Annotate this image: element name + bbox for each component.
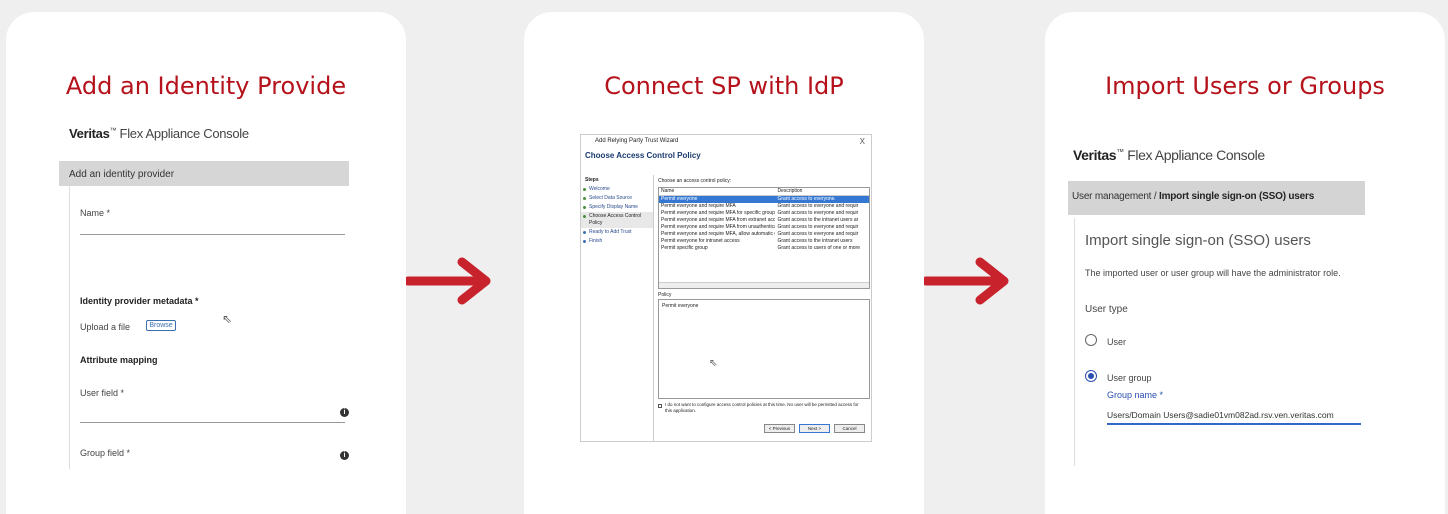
policy-pane: Choose an access control policy: Name De…	[658, 175, 870, 441]
cell: Permit everyone and require MFA from ext…	[661, 217, 776, 223]
card-title: Connect SP with IdP	[604, 72, 844, 100]
group-field-label: Group field *	[80, 448, 131, 458]
cell: Grant access to users of one or more	[777, 245, 860, 251]
name-input[interactable]	[80, 234, 345, 235]
wizard-heading: Choose Access Control Policy	[585, 151, 701, 160]
user-field-label: User field *	[80, 388, 125, 398]
table-row[interactable]: Permit everyone and require MFA from una…	[659, 224, 869, 231]
group-name-input[interactable]: Users/Domain Users@sadie01vm082ad.rsv.ve…	[1107, 410, 1334, 420]
table-row[interactable]: Permit everyone and require MFA Grant acc…	[659, 203, 869, 210]
table-header: Name Description	[659, 188, 869, 196]
group-name-label: Group name *	[1107, 390, 1164, 400]
cell: Grant access to everyone.	[777, 196, 836, 202]
cell: Grant access to the intranet users ar	[777, 217, 859, 223]
step-item[interactable]: Select Data Source	[581, 194, 653, 203]
column-header[interactable]: Description	[775, 188, 869, 195]
user-field-input[interactable]	[80, 422, 345, 423]
arrow-right-icon	[924, 257, 1009, 305]
next-button[interactable]: Next >	[799, 424, 830, 433]
step-item[interactable]: Welcome	[581, 185, 653, 194]
breadcrumb-current: Import single sign-on (SSO) users	[1159, 191, 1315, 202]
cell: Permit everyone	[661, 196, 698, 202]
step-item[interactable]: Ready to Add Trust	[581, 228, 653, 237]
cell: Grant access to everyone and requir	[777, 210, 859, 216]
arrow-right-icon	[406, 257, 491, 305]
form-panel: Name * Identity provider metadata * Uplo…	[69, 186, 349, 469]
breadcrumb-parent[interactable]: User management /	[1072, 191, 1159, 202]
skip-policy-text: I do not want to configure access contro…	[665, 402, 859, 413]
form-panel: Import single sign-on (SSO) users The im…	[1074, 218, 1365, 466]
radio-user[interactable]	[1085, 334, 1097, 346]
radio-user-label: User	[1107, 337, 1127, 347]
table-row-selected[interactable]: Permit everyone Grant access to everyone.	[659, 196, 869, 203]
brand-name: Veritas	[69, 126, 110, 141]
column-header[interactable]: Name	[659, 188, 775, 195]
cell: Permit everyone and require MFA	[661, 203, 736, 209]
radio-user-group-label: User group	[1107, 373, 1152, 383]
radio-user-group[interactable]	[1085, 370, 1097, 382]
policy-value: Permit everyone	[662, 303, 699, 309]
policy-table[interactable]: Name Description Permit everyone Grant ac…	[658, 187, 870, 289]
step-item[interactable]: Finish	[581, 237, 653, 246]
group-name-underline	[1107, 423, 1361, 425]
table-row[interactable]: Permit everyone for intranet access Grant…	[659, 238, 869, 245]
wizard-buttons: < Previous Next > Cancel	[764, 424, 865, 433]
user-type-label: User type	[1085, 304, 1128, 315]
cell: Permit everyone for intranet access	[661, 238, 740, 244]
browse-button[interactable]: Browse	[146, 320, 176, 331]
card-title: Add an Identity Provide	[65, 72, 347, 100]
horizontal-scrollbar[interactable]	[659, 282, 869, 288]
steps-panel: Steps Welcome Select Data Source Specify…	[581, 175, 654, 441]
table-row[interactable]: Permit everyone and require MFA for spec…	[659, 210, 869, 217]
console-name: Flex Appliance Console	[1123, 147, 1265, 163]
console-header: Veritas™ Flex Appliance Console	[59, 113, 349, 161]
console-header: Veritas™ Flex Appliance Console	[1068, 132, 1365, 181]
mouse-cursor-icon: ⇖	[222, 312, 233, 326]
console-name: Flex Appliance Console	[116, 126, 250, 141]
screenshot-add-identity-provider: Veritas™ Flex Appliance Console Add an i…	[59, 113, 349, 469]
policy-label: Policy	[658, 292, 672, 298]
policy-preview: Permit everyone ⇖	[658, 299, 870, 399]
cell: Permit everyone and require MFA for spec…	[661, 210, 775, 216]
screenshot-import-sso-users: Veritas™ Flex Appliance Console User man…	[1068, 132, 1365, 466]
table-row[interactable]: Permit specific group Grant access to use…	[659, 245, 869, 252]
upload-label: Upload a file	[80, 322, 131, 332]
wizard-title: Add Relying Party Trust Wizard	[595, 138, 679, 144]
skip-policy-checkbox[interactable]	[658, 404, 662, 408]
step-item[interactable]: Specify Display Name	[581, 203, 653, 212]
cancel-button[interactable]: Cancel	[834, 424, 865, 433]
close-icon[interactable]: X	[860, 137, 865, 146]
cell: Permit everyone and require MFA from una…	[661, 224, 775, 230]
form-heading: Import single sign-on (SSO) users	[1085, 232, 1311, 249]
info-icon[interactable]: i	[340, 451, 349, 460]
table-row[interactable]: Permit everyone and require MFA, allow a…	[659, 231, 869, 238]
name-label: Name *	[80, 208, 111, 218]
brand-name: Veritas	[1073, 147, 1117, 163]
role-note: The imported user or user group will hav…	[1085, 268, 1341, 278]
metadata-label: Identity provider metadata *	[80, 296, 199, 306]
breadcrumb: User management / Import single sign-on …	[1068, 181, 1365, 215]
page-title-bar: Add an identity provider	[59, 161, 349, 186]
card-title: Import Users or Groups	[1105, 72, 1385, 100]
steps-title: Steps	[585, 177, 599, 183]
trademark: ™	[1116, 147, 1124, 157]
mouse-cursor-icon: ⇖	[709, 358, 718, 369]
cell: Grant access to everyone and requir	[777, 231, 859, 237]
choose-policy-label: Choose an access control policy:	[658, 178, 732, 184]
step-item-current[interactable]: Choose Access Control Policy	[581, 212, 653, 228]
attribute-mapping-label: Attribute mapping	[80, 355, 158, 365]
cell: Grant access to everyone and requir	[777, 203, 859, 209]
screenshot-relying-party-wizard: Add Relying Party Trust Wizard X Choose …	[580, 134, 872, 442]
cell: Permit specific group	[661, 245, 708, 251]
table-row[interactable]: Permit everyone and require MFA from ext…	[659, 217, 869, 224]
info-icon[interactable]: i	[340, 408, 349, 417]
cell: Permit everyone and require MFA, allow a…	[661, 231, 775, 237]
cell: Grant access to the intranet users	[777, 238, 853, 244]
previous-button[interactable]: < Previous	[764, 424, 795, 433]
window-title: Add Relying Party Trust Wizard X	[581, 135, 871, 147]
cell: Grant access to everyone and requir	[777, 224, 859, 230]
